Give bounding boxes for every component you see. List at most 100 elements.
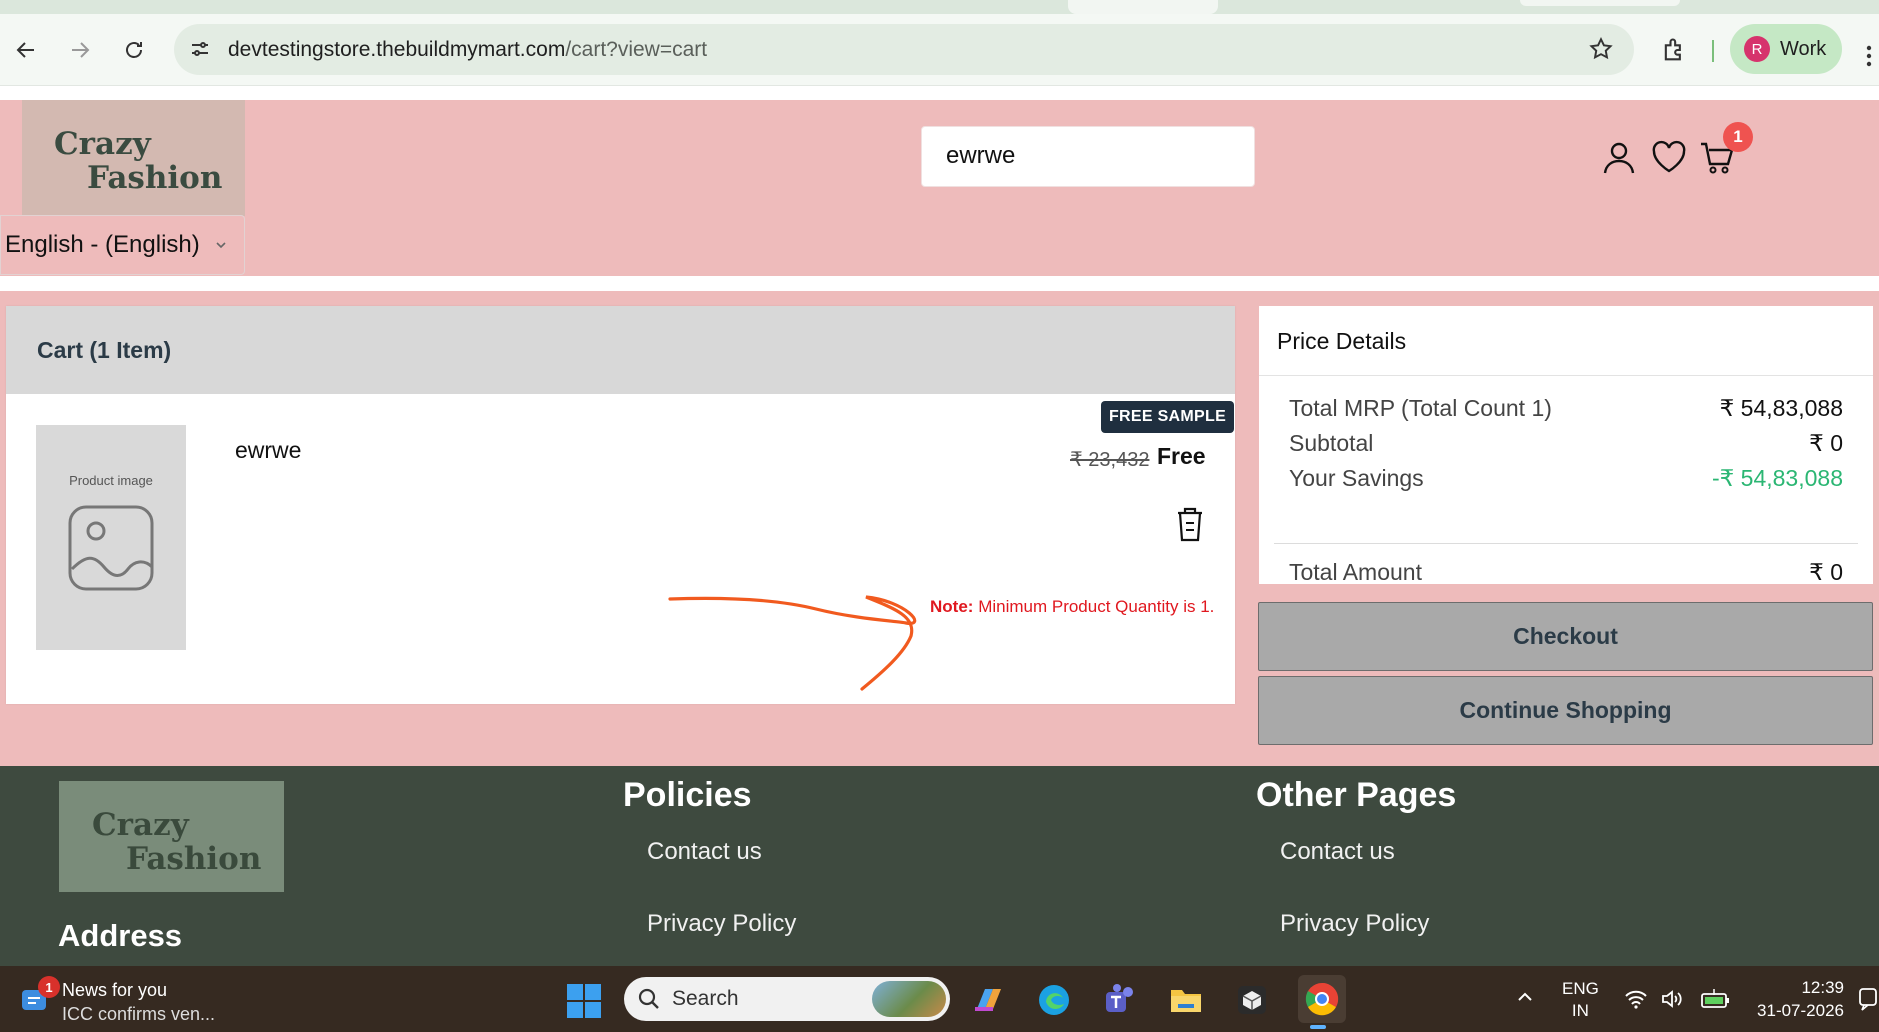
price-row-label: Subtotal [1289,430,1374,456]
original-price: ₹ 23,432 [1070,449,1150,471]
edge-app[interactable] [1034,980,1074,1020]
input-language-line-1: ENG [1562,979,1599,998]
news-badge: 1 [38,976,60,998]
footer-other-link-contact[interactable]: Contact us [1280,838,1395,866]
logo-line-1: Crazy [54,126,151,162]
toolbar-divider [1712,40,1714,62]
taskbar-search[interactable]: Search [624,977,950,1021]
windows-start-icon[interactable] [566,983,602,1019]
free-sample-badge: FREE SAMPLE [1101,401,1234,433]
annotation-arrow [668,595,917,691]
note-label: Note: [930,597,974,616]
active-indicator [1310,1025,1326,1029]
system-clock[interactable]: 12:39 31-07-2026 [1752,976,1844,1022]
price-details-panel: Price Details Total MRP (Total Count 1) … [1259,306,1873,586]
tab-strip [0,0,1879,14]
site-logo[interactable]: Crazy Fashion [22,100,245,216]
chevron-up-icon[interactable] [1516,988,1534,1006]
arrow-right-icon [72,42,90,58]
active-tab[interactable] [1068,0,1218,14]
search-highlight-image [872,981,946,1017]
image-placeholder-icon [68,505,154,591]
profile-button[interactable]: R Work [1730,24,1842,74]
file-explorer-app[interactable] [1166,980,1206,1020]
clock-date: 31-07-2026 [1757,1001,1844,1020]
url-text: devtestingstore.thebuildmymart.com/cart?… [228,38,707,62]
total-amount-value: ₹ 0 [1809,559,1843,585]
price-row-value: -₹ 54,83,088 [1711,465,1843,491]
logo-line-2: Fashion [87,160,223,196]
product-name[interactable]: ewrwe [235,437,301,464]
copilot-app[interactable] [968,980,1008,1020]
wifi-icon[interactable] [1624,988,1648,1010]
browser-menu-icon[interactable] [1866,44,1872,68]
cart-panel: Cart (1 Item) Product image ewrwe FREE S… [6,306,1235,704]
chrome-icon [1305,982,1339,1016]
heart-icon[interactable] [1650,138,1688,176]
price-row-value: ₹ 54,83,088 [1719,395,1843,421]
checkout-button[interactable]: Checkout [1258,602,1873,671]
search-icon [638,988,659,1009]
language-value: English - (English) [5,231,200,258]
back-button[interactable] [10,34,42,66]
extensions-icon[interactable] [1660,36,1688,64]
teams-icon [1106,984,1133,1012]
profile-avatar: R [1744,36,1770,62]
min-quantity-note: Note: Minimum Product Quantity is 1. [930,593,1215,620]
user-icon[interactable] [1600,138,1638,176]
footer-other-pages-title: Other Pages [1256,776,1457,814]
app-box[interactable] [1232,980,1272,1020]
cart-count-badge: 1 [1723,122,1753,152]
footer-other-link-privacy[interactable]: Privacy Policy [1280,910,1429,938]
footer-logo[interactable]: Crazy Fashion [59,781,284,892]
header-separator [0,276,1879,291]
chevron-down-icon [216,242,226,249]
continue-shopping-button[interactable]: Continue Shopping [1258,676,1873,745]
url-path: /cart?view=cart [565,38,708,61]
footer-logo-line-2: Fashion [126,841,262,877]
search-input[interactable]: ewrwe [921,126,1255,187]
chrome-app[interactable] [1298,975,1346,1029]
news-widget[interactable]: 1 News for you ICC confirms ven... [20,976,215,1026]
input-language[interactable]: ENG IN [1562,978,1599,1022]
taskbar-search-label: Search [672,987,739,1010]
teams-app[interactable] [1100,980,1140,1020]
windows-taskbar: 1 News for you ICC confirms ven... Searc… [0,966,1879,1032]
arrow-left-icon [16,42,34,58]
tab-inactive[interactable] [1520,0,1680,6]
news-text: News for you ICC confirms ven... [62,978,215,1026]
footer-address-title: Address [58,918,183,953]
reload-button[interactable] [118,34,150,66]
price-row-total-amount: Total Amount ₹ 0 [1289,559,1843,586]
language-select[interactable]: English - (English) [0,215,245,275]
reload-icon [126,42,142,58]
notification-icon[interactable] [1858,986,1879,1012]
item-price: Free [1157,443,1206,469]
cart-title: Cart (1 Item) [6,306,1235,394]
price-row-value: ₹ 0 [1809,430,1843,456]
site-info-icon[interactable] [188,37,212,61]
product-image-label: Product image [69,473,153,488]
input-language-line-2: IN [1571,1001,1589,1020]
address-bar[interactable]: devtestingstore.thebuildmymart.com/cart?… [174,24,1634,75]
price-row-total-mrp: Total MRP (Total Count 1) ₹ 54,83,088 [1289,395,1843,422]
product-image[interactable]: Product image [36,425,186,650]
clock-time: 12:39 [1801,978,1844,997]
battery-icon[interactable] [1700,988,1730,1010]
footer-link-privacy[interactable]: Privacy Policy [647,910,796,938]
footer-link-contact[interactable]: Contact us [647,838,762,866]
folder-icon [1171,990,1201,1012]
note-text: Minimum Product Quantity is 1. [978,597,1215,616]
total-amount-label: Total Amount [1289,559,1422,585]
news-icon: 1 [20,976,60,1016]
volume-icon[interactable] [1660,988,1684,1010]
bookmark-star-icon[interactable] [1588,36,1614,62]
price-divider [1274,543,1858,544]
forward-button[interactable] [64,34,96,66]
news-title: News for you [62,980,168,1000]
site-header: Crazy Fashion English - (English) ewrwe … [0,100,1879,276]
site-footer: Crazy Fashion Address Policies Contact u… [0,766,1879,966]
edge-icon [1039,985,1069,1015]
delete-icon[interactable] [1172,505,1208,543]
price-row-savings: Your Savings -₹ 54,83,088 [1289,465,1843,492]
